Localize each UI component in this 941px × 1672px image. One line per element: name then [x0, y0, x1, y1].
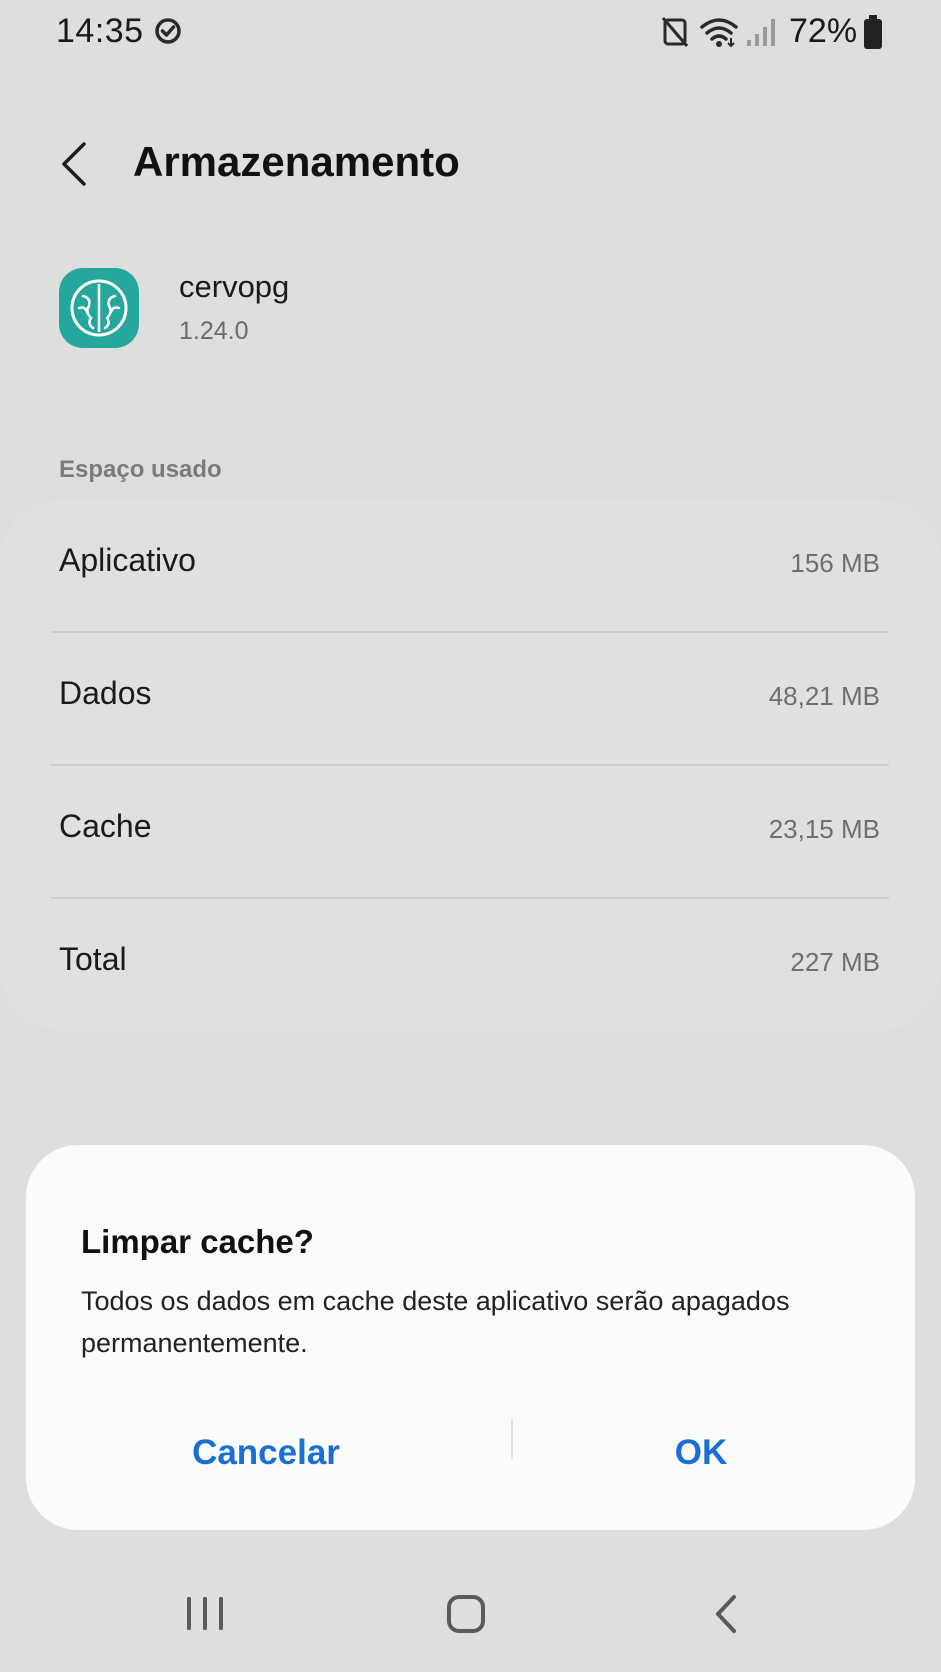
back-icon: [716, 1595, 736, 1633]
chevron-left-icon: [62, 142, 86, 186]
row-label: Aplicativo: [59, 542, 196, 578]
status-time: 14:35: [56, 12, 144, 50]
dialog-title: Limpar cache?: [81, 1223, 314, 1260]
row-value: 23,15 MB: [768, 814, 880, 844]
row-value: 227 MB: [790, 947, 880, 977]
cancel-button[interactable]: Cancelar: [36, 1423, 496, 1483]
ok-button[interactable]: OK: [471, 1423, 931, 1483]
app-name: cervopg: [179, 269, 290, 304]
navigation-bar: [0, 1575, 941, 1672]
page-title: Armazenamento: [133, 138, 460, 185]
recent-apps-button[interactable]: [165, 1575, 245, 1655]
storage-row-data: Dados 48,21 MB: [0, 633, 941, 766]
back-button[interactable]: [56, 138, 96, 190]
row-label: Cache: [59, 808, 152, 844]
row-label: Dados: [59, 675, 152, 711]
storage-row-total: Total 227 MB: [0, 899, 941, 1032]
app-icon: [59, 268, 139, 348]
nav-back-button[interactable]: [686, 1575, 766, 1655]
app-bar: Armazenamento: [0, 120, 941, 210]
signal-icon: [747, 19, 775, 46]
app-version: 1.24.0: [179, 317, 249, 345]
status-bar: 14:35 72%: [0, 0, 941, 64]
storage-row-app: Aplicativo 156 MB: [0, 500, 941, 633]
row-label: Total: [59, 941, 127, 977]
storage-card: Aplicativo 156 MB Dados 48,21 MB Cache 2…: [0, 500, 941, 1030]
battery-percentage: 72%: [789, 12, 858, 50]
check-circle-icon: [155, 18, 181, 44]
nfc-icon: [661, 17, 689, 47]
recent-apps-icon: [187, 1597, 223, 1630]
section-label: Espaço usado: [59, 456, 222, 483]
dialog-message: Todos os dados em cache deste aplicativo…: [81, 1286, 790, 1358]
wifi-icon: [700, 18, 738, 48]
home-icon: [447, 1595, 485, 1633]
app-info: cervopg 1.24.0: [0, 265, 941, 365]
home-button[interactable]: [426, 1575, 506, 1655]
row-value: 156 MB: [790, 548, 880, 578]
row-value: 48,21 MB: [768, 681, 880, 711]
brain-icon: [70, 279, 128, 337]
clear-cache-dialog: Limpar cache? Todos os dados em cache de…: [26, 1145, 915, 1530]
storage-row-cache: Cache 23,15 MB: [0, 766, 941, 899]
battery-icon: [864, 15, 882, 49]
